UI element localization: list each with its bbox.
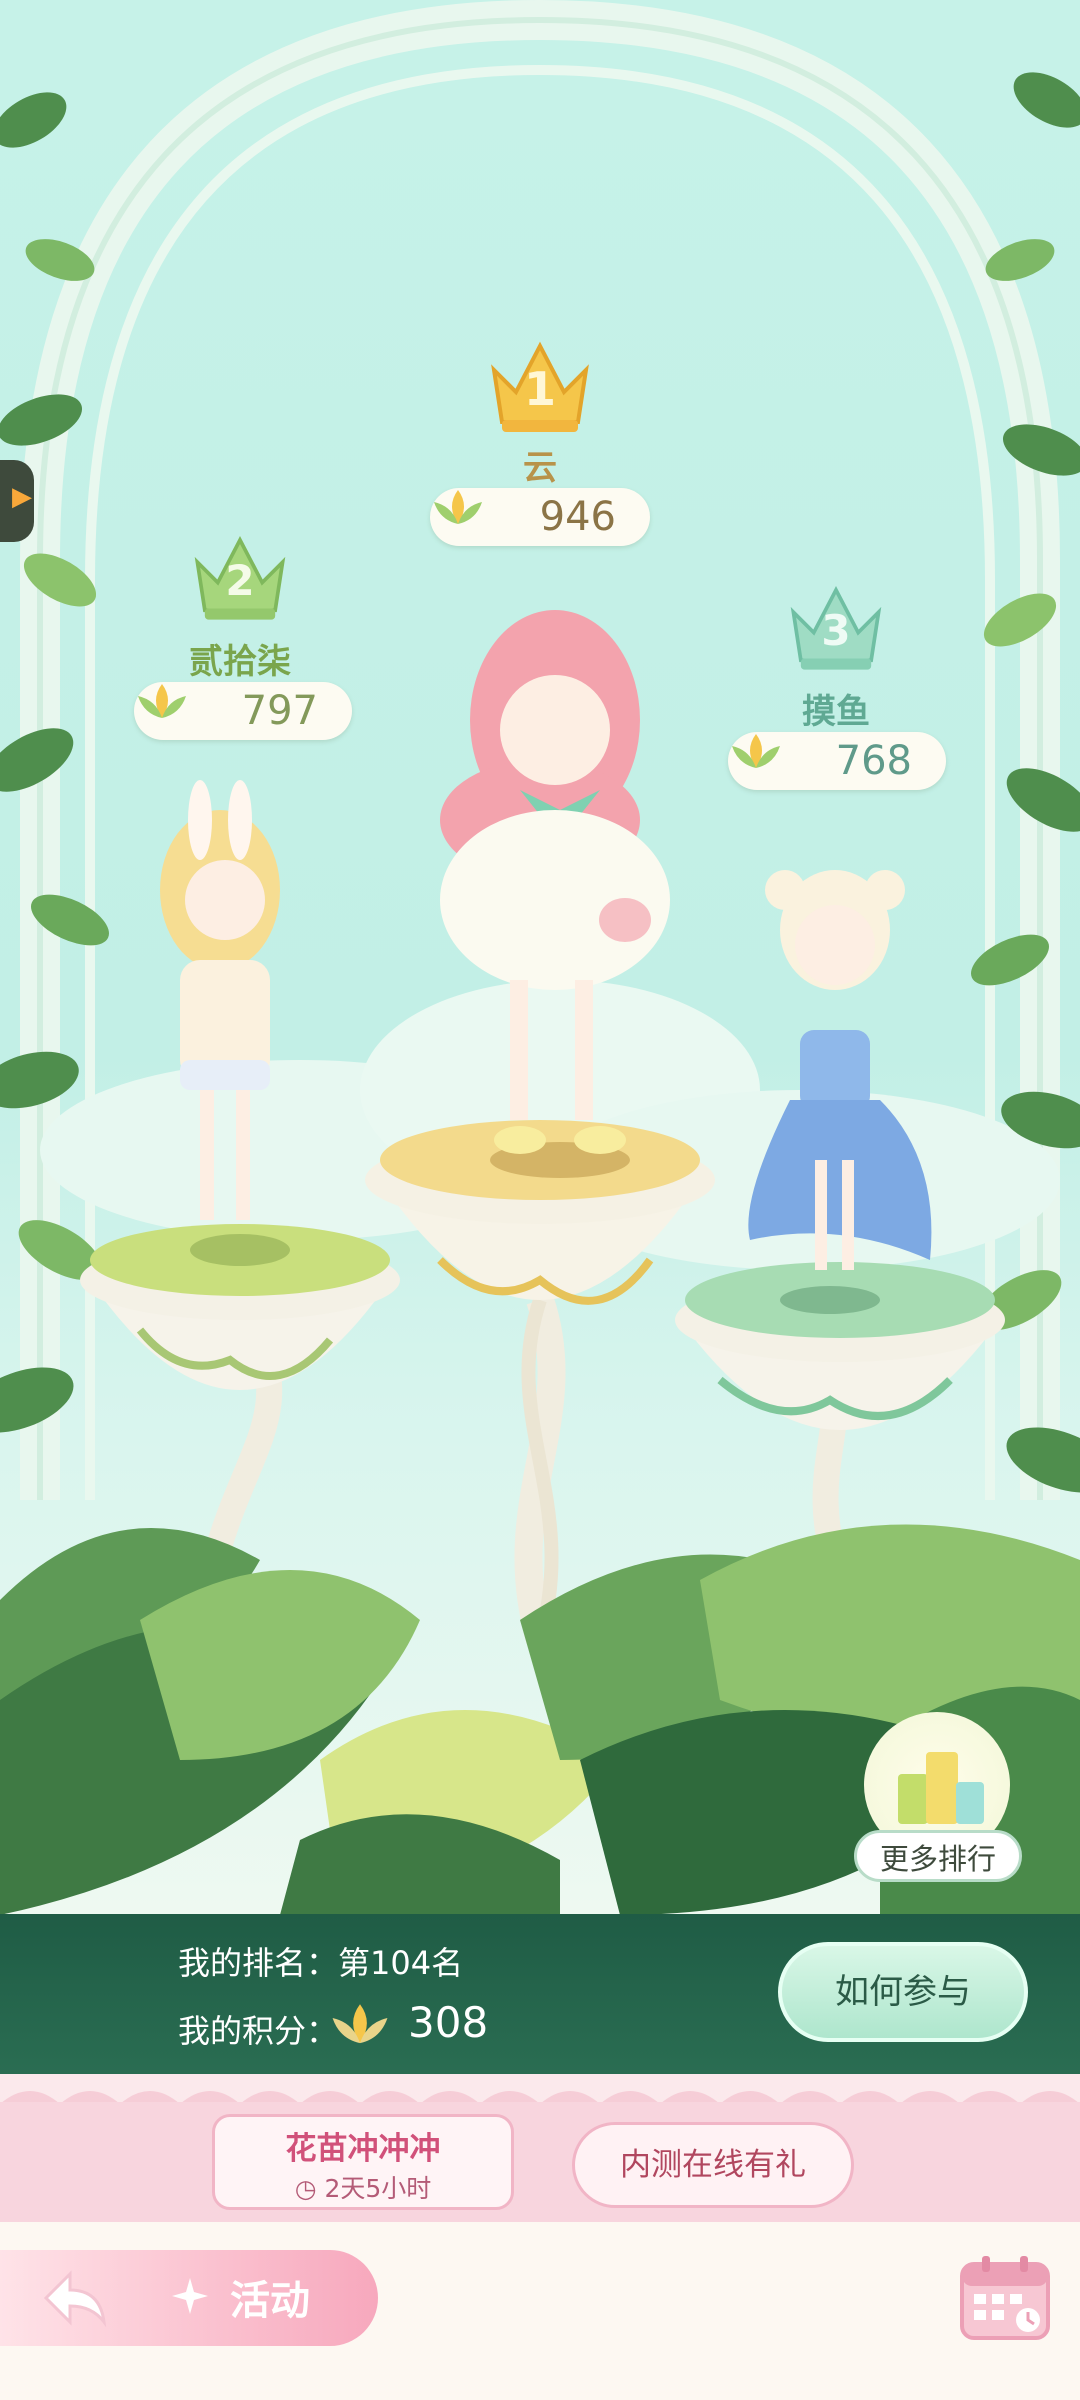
pedestal-second — [80, 1224, 400, 1390]
rank-1-score: 946 — [539, 494, 616, 540]
character-third — [748, 870, 932, 1270]
more-ranking-label: 更多排行 — [854, 1830, 1022, 1882]
rank-3-score-pill: 768 — [728, 732, 946, 790]
garden-background — [0, 0, 1080, 1915]
rank-3-score: 768 — [835, 738, 912, 784]
rank-2-name: 贰拾柒 — [189, 642, 291, 682]
rank-1-number: 1 — [523, 362, 556, 416]
ranking-scene: 1 云 946 2 贰拾柒 797 3 摸鱼 768 ▶ 更多排行 — [0, 0, 1080, 1915]
activity-label: 活动 — [230, 2278, 310, 2324]
rank-1-score-pill: 946 — [430, 488, 650, 546]
arrow-right-icon: ▶ — [12, 482, 32, 512]
flower-point-icon — [434, 490, 482, 524]
side-drawer-handle[interactable]: ▶ — [0, 460, 34, 542]
my-points-value: 308 — [408, 1998, 489, 2047]
sparkle-icon — [172, 2278, 208, 2314]
event-tabs — [0, 2102, 1080, 2222]
more-ranking-button[interactable]: 更多排行 — [854, 1712, 1022, 1882]
rank-2-number: 2 — [225, 556, 255, 605]
clock-icon: ◷ — [294, 2174, 325, 2203]
tab-event-flower-sprout-label: 花苗冲冲冲 — [285, 2131, 441, 2167]
flower-point-icon — [138, 684, 186, 718]
lace-divider — [0, 2074, 1080, 2104]
pedestal-third — [675, 1262, 1005, 1430]
my-points-label: 我的积分： — [178, 2012, 339, 2050]
tab-event-flower-sprout[interactable]: 花苗冲冲冲 ◷ 2天5小时 — [212, 2114, 514, 2210]
tab-event-online-gift[interactable]: 内测在线有礼 — [572, 2122, 854, 2208]
rank-2-score: 797 — [241, 688, 318, 734]
activity-button[interactable]: 活动 — [0, 2250, 378, 2346]
rank-3-number: 3 — [821, 606, 851, 655]
rank-1-name: 云 — [523, 448, 557, 488]
tab-event-countdown: ◷ 2天5小时 — [294, 2174, 432, 2203]
my-rank-text: 我的排名：第104名 — [178, 1944, 464, 1982]
flower-point-icon — [332, 2004, 388, 2044]
flower-point-icon — [732, 734, 780, 768]
how-to-join-button[interactable]: 如何参与 — [778, 1942, 1028, 2042]
rank-3-name: 摸鱼 — [802, 692, 870, 732]
arrow-back-icon — [43, 2270, 107, 2328]
rank-2-score-pill: 797 — [134, 682, 352, 740]
calendar-icon[interactable] — [958, 2254, 1052, 2342]
